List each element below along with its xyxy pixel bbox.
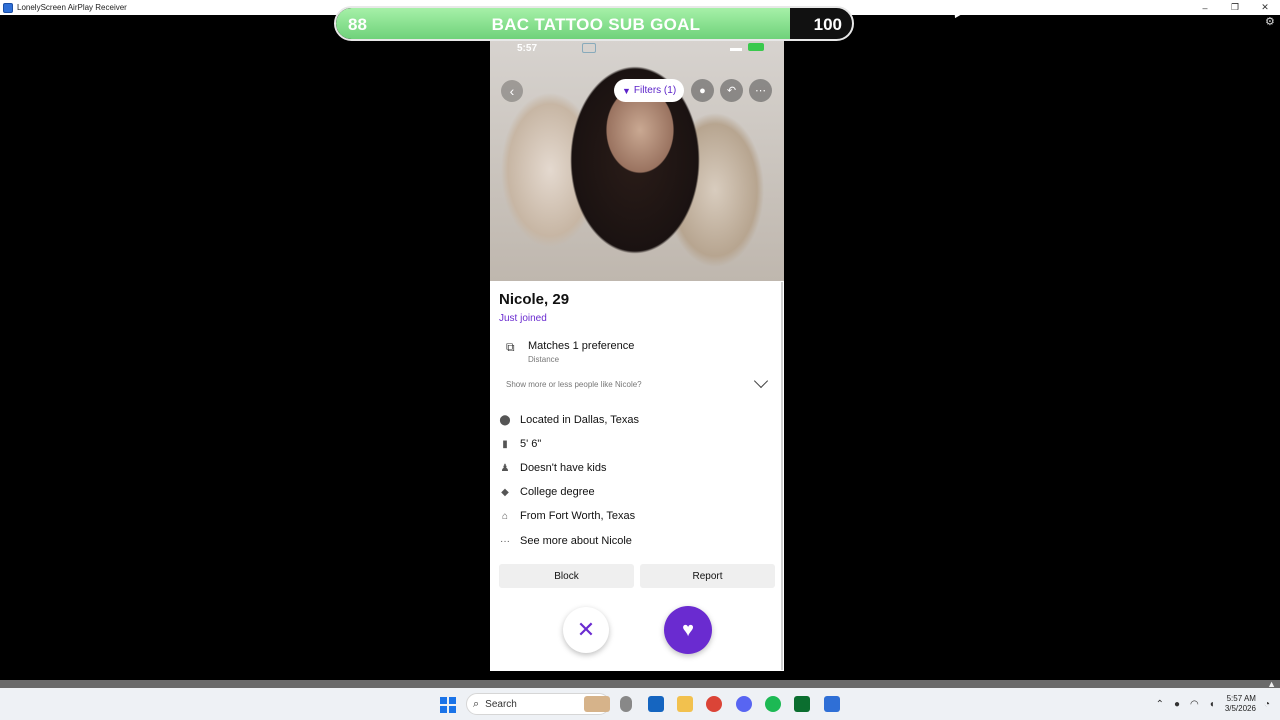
pass-button[interactable]: ✕ xyxy=(563,607,609,653)
clock-date: 3/5/2026 xyxy=(1224,704,1256,713)
search-icon: ⌕ xyxy=(473,697,480,710)
match-preference-icon: ⧉ xyxy=(506,340,515,354)
clock[interactable]: 5:57 AM 3/5/2026 xyxy=(1225,694,1256,714)
block-button[interactable]: Block xyxy=(499,564,634,588)
goal-end-value: 100 xyxy=(813,15,842,34)
taskbar: ⌕ Search ⌃ ● ◠ ◖ 5:57 AM 3/5/2026 ◔ xyxy=(0,688,1280,720)
sub-goal-bar: 88 BAC TATTOO SUB GOAL 100 xyxy=(334,6,854,41)
phone-status-bar: 5:57 xyxy=(490,42,784,56)
volume-icon[interactable]: ◖ xyxy=(1209,699,1215,710)
battery-icon xyxy=(748,43,764,51)
scrollbar[interactable] xyxy=(781,282,783,670)
see-more-link[interactable]: ··· See more about Nicole xyxy=(499,533,632,549)
undo-icon[interactable]: ↶ xyxy=(720,79,743,102)
kids-icon: ♟ xyxy=(500,462,510,474)
filters-button[interactable]: ▼ Filters (1) xyxy=(614,79,685,102)
report-button[interactable]: Report xyxy=(640,564,775,588)
filters-label: Filters (1) xyxy=(633,85,677,96)
photo-app-icon[interactable] xyxy=(648,696,664,712)
minimize-button[interactable]: – xyxy=(1190,0,1220,15)
location-pin-icon[interactable]: ● xyxy=(691,79,714,102)
preference-card: ⧉ Matches 1 preference Distance xyxy=(499,334,775,370)
more-dots-icon: ··· xyxy=(500,535,510,547)
mouse-app-icon[interactable] xyxy=(620,696,632,712)
location-pin-icon: ⬤ xyxy=(499,414,511,426)
close-button[interactable]: ✕ xyxy=(1250,0,1280,15)
filter-icon: ▼ xyxy=(622,85,631,96)
maximize-button[interactable]: ❐ xyxy=(1220,0,1250,15)
chevron-down-icon[interactable] xyxy=(753,373,769,389)
height-icon: ▮ xyxy=(502,438,508,450)
preference-title: Matches 1 preference xyxy=(528,340,635,352)
discord-icon[interactable] xyxy=(736,696,752,712)
android-icon[interactable] xyxy=(794,696,810,712)
back-chevron-icon[interactable]: ‹ xyxy=(501,80,523,102)
profile-name: Nicole, 29 xyxy=(499,291,570,308)
close-x-icon: ✕ xyxy=(576,617,596,642)
chevron-up-icon[interactable]: ⌃ xyxy=(1156,699,1164,710)
attribute-location: ⬤ Located in Dallas, Texas xyxy=(499,414,640,426)
status-time: 5:57 xyxy=(517,43,538,54)
lonelyscreen-taskbar-icon[interactable] xyxy=(824,696,840,712)
graduation-cap-icon: ◆ xyxy=(501,486,509,498)
preference-subtitle: Distance xyxy=(528,355,560,364)
spotify-icon[interactable] xyxy=(765,696,781,712)
horizontal-scrollbar[interactable] xyxy=(0,680,1280,688)
show-more-less-link[interactable]: Show more or less people like Nicole? xyxy=(506,380,642,389)
attribute-height: ▮ 5' 6" xyxy=(499,436,541,452)
app-icon xyxy=(3,2,13,13)
heart-icon: ♥ xyxy=(682,618,694,641)
search-label: Search xyxy=(485,698,517,710)
system-tray: ⌃ ● ◠ ◖ 5:57 AM 3/5/2026 ◔ xyxy=(1156,688,1280,720)
goal-title: BAC TATTOO SUB GOAL xyxy=(491,15,701,34)
phone-screen: 5:57 ‹ ▼ Filters (1) ● ↶ ⋯ Nicole, 29 Ju… xyxy=(490,40,784,671)
status-badge: Just joined xyxy=(499,313,547,324)
like-button[interactable]: ♥ xyxy=(664,606,712,654)
attribute-hometown: ⌂ From Fort Worth, Texas xyxy=(499,508,635,524)
file-explorer-icon[interactable] xyxy=(677,696,693,712)
news-widget-icon[interactable] xyxy=(584,696,610,712)
clock-time: 5:57 AM xyxy=(1226,694,1256,703)
home-icon: ⌂ xyxy=(501,510,509,522)
profile-photo[interactable]: 5:57 ‹ ▼ Filters (1) ● ↶ ⋯ xyxy=(490,40,784,281)
gear-icon[interactable]: ⚙ xyxy=(1265,16,1277,28)
attribute-kids: ♟ Doesn't have kids xyxy=(500,462,607,474)
window-title: LonelyScreen AirPlay Receiver xyxy=(17,3,127,12)
chrome-icon[interactable] xyxy=(706,696,722,712)
windows-start-icon[interactable] xyxy=(440,697,456,713)
signal-icon xyxy=(730,43,742,51)
microphone-icon[interactable]: ● xyxy=(1174,699,1180,710)
wifi-icon[interactable]: ◠ xyxy=(1190,699,1199,710)
attribute-education: ◆ College degree xyxy=(499,484,594,500)
more-options-icon[interactable]: ⋯ xyxy=(749,79,772,102)
screen-share-icon xyxy=(582,43,596,53)
notification-bell-icon[interactable]: ◔ xyxy=(1264,699,1270,710)
